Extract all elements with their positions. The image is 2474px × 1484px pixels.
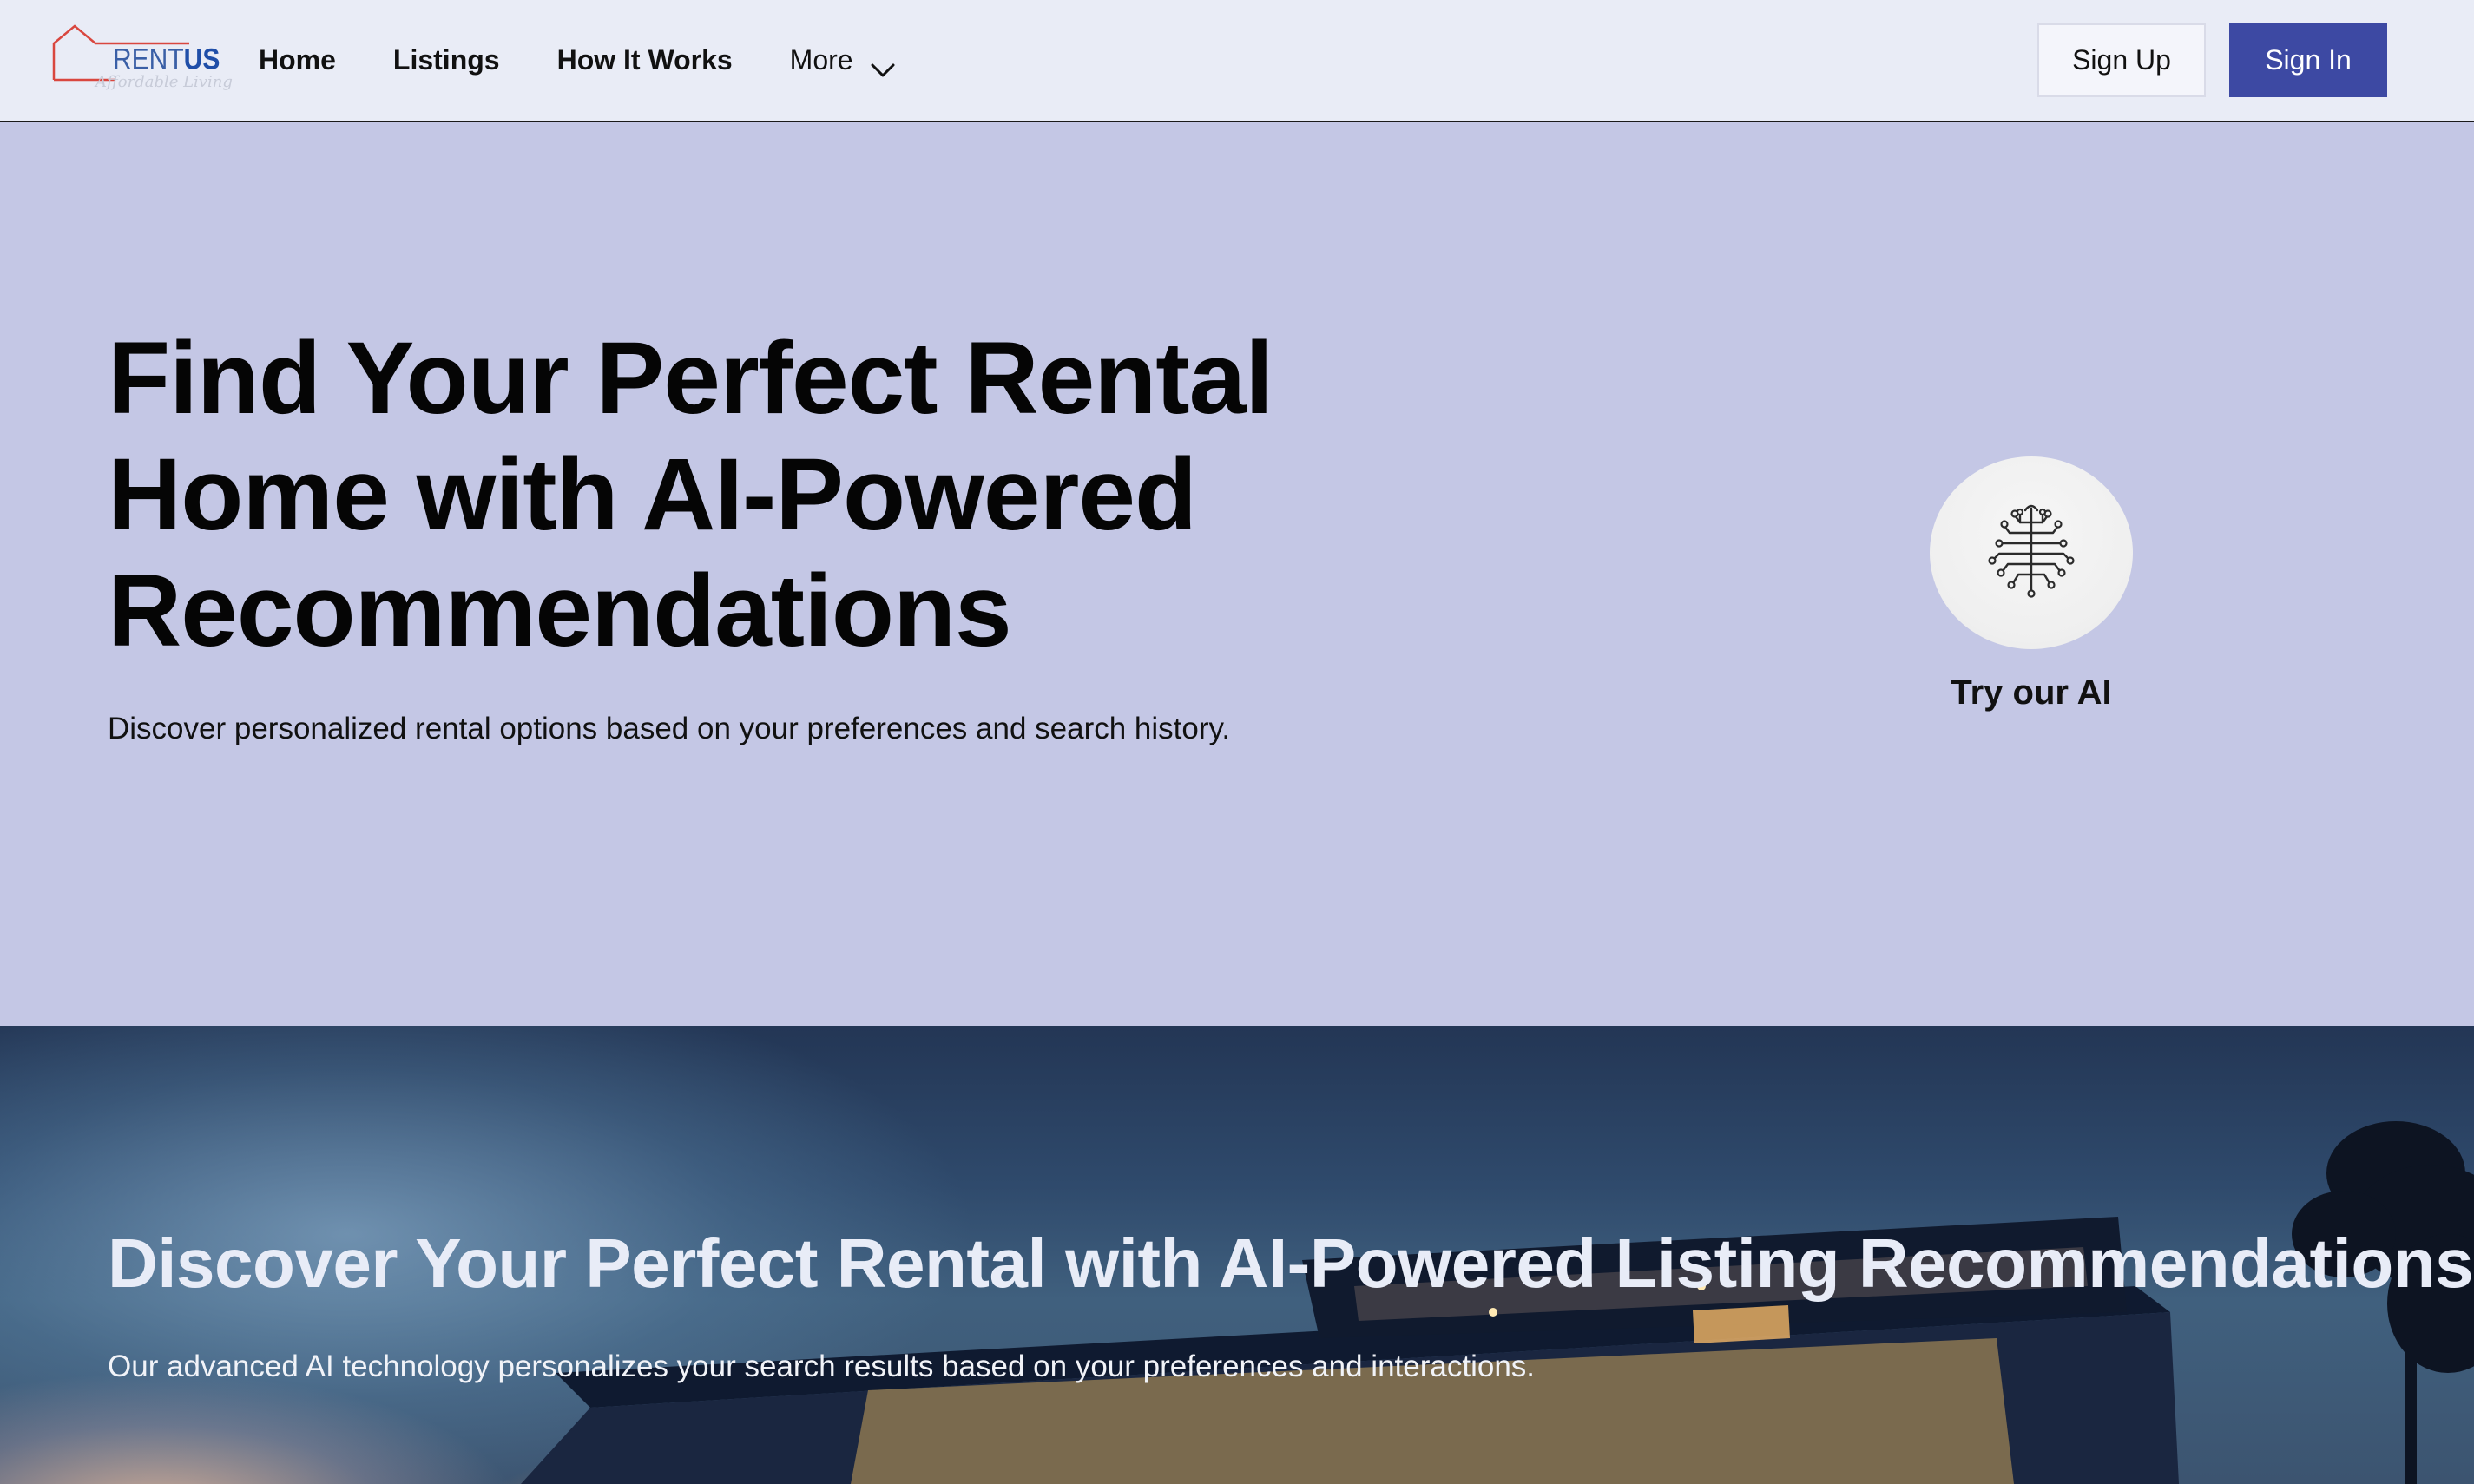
nav-link-listings[interactable]: Listings xyxy=(393,44,500,76)
nav-link-home[interactable]: Home xyxy=(259,44,336,76)
logo-word-us: US xyxy=(183,43,220,76)
nav-more-label: More xyxy=(789,44,853,76)
discover-subtitle: Our advanced AI technology personalizes … xyxy=(108,1349,1536,1383)
nav-more-dropdown[interactable]: More xyxy=(790,44,895,76)
logo-tagline: Affordable Living xyxy=(95,73,233,91)
hero-title-line: Recommendations xyxy=(108,554,1012,668)
sign-in-button[interactable]: Sign In xyxy=(2229,23,2387,97)
hero-title-line: Find Your Perfect Rental xyxy=(108,321,1273,436)
try-ai-label[interactable]: Try our AI xyxy=(1901,673,2161,712)
hero-title: Find Your Perfect Rental Home with AI-Po… xyxy=(108,320,1410,669)
hero-title-line: Home with AI-Powered xyxy=(108,437,1197,552)
chevron-down-icon xyxy=(871,53,895,76)
hero-section: Find Your Perfect Rental Home with AI-Po… xyxy=(0,122,2474,1026)
rentus-logo[interactable]: RENTUS Affordable Living xyxy=(50,24,233,92)
try-ai-button[interactable] xyxy=(1930,456,2133,649)
logo-word-rent: RENT xyxy=(113,43,184,76)
hero-subtitle: Discover personalized rental options bas… xyxy=(108,712,1231,745)
discover-title: Discover Your Perfect Rental with AI-Pow… xyxy=(108,1225,2474,1302)
main-nav: Home Listings How It Works More xyxy=(259,0,895,121)
logo-wordmark: RENTUS xyxy=(113,43,220,76)
brain-circuit-icon xyxy=(1988,504,2075,598)
discover-section: Discover Your Perfect Rental with AI-Pow… xyxy=(0,1026,2474,1484)
top-navbar: RENTUS Affordable Living Home Listings H… xyxy=(0,0,2474,122)
sign-up-button[interactable]: Sign Up xyxy=(2037,23,2206,97)
nav-link-how-it-works[interactable]: How It Works xyxy=(557,44,733,76)
